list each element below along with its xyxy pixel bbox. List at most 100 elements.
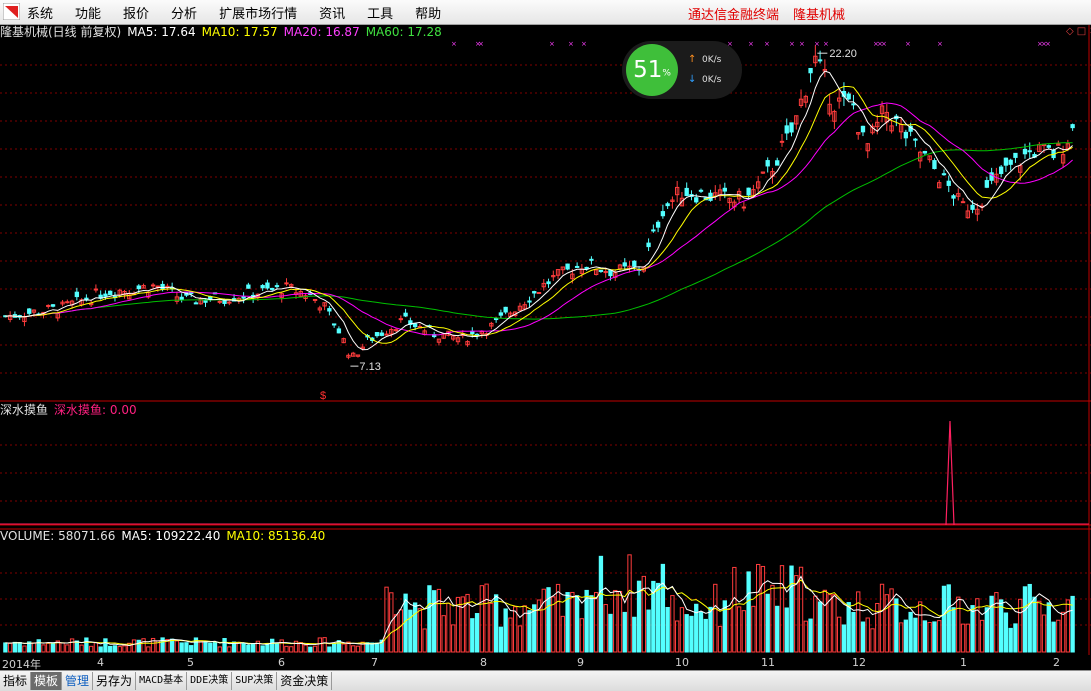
candle-body — [103, 293, 108, 297]
volume-bar — [1046, 602, 1051, 653]
volume-bar — [141, 638, 146, 653]
volume-bar — [98, 646, 103, 653]
volume-bar — [684, 614, 689, 653]
volume-bar — [679, 607, 685, 653]
square-icon[interactable]: □ — [1077, 26, 1086, 37]
candle-body — [136, 285, 141, 290]
candle-body — [660, 211, 666, 217]
candle-body — [565, 263, 570, 270]
tab-save-as[interactable]: 另存为 — [93, 672, 137, 690]
tab-templates[interactable]: 模板 — [31, 672, 63, 690]
candle-body — [984, 180, 990, 188]
volume-bar — [1051, 621, 1056, 653]
menu-news[interactable]: 资讯 — [319, 3, 345, 22]
volume-bar — [198, 640, 203, 653]
ma5-line — [5, 70, 1073, 351]
candle-body — [155, 285, 161, 288]
candle-body — [374, 332, 380, 337]
candle-body — [741, 206, 747, 209]
volume-bar — [146, 646, 151, 653]
menu-tools[interactable]: 工具 — [367, 3, 393, 22]
volume-bar — [741, 610, 747, 653]
menu-function[interactable]: 功能 — [75, 3, 101, 22]
tab-dde-decision[interactable]: DDE决策 — [187, 672, 233, 690]
candle-body — [1027, 150, 1032, 153]
ma5-value: MA5: 17.64 — [127, 25, 196, 39]
event-marker: × — [549, 40, 555, 48]
volume-bar — [813, 595, 818, 653]
volume-bar — [984, 607, 990, 653]
volume-bar — [832, 594, 837, 653]
volume-bar — [670, 595, 675, 653]
volume-bar — [898, 622, 904, 653]
candle-body — [384, 333, 389, 336]
volume-bar — [1027, 583, 1032, 653]
tab-fund-decision[interactable]: 资金决策 — [277, 672, 333, 690]
menu-help[interactable]: 帮助 — [415, 3, 441, 22]
volume-bar — [208, 642, 213, 653]
volume-bar — [527, 610, 532, 653]
indicator-pane-header: 深水摸鱼 深水摸鱼: 0.00 — [0, 403, 143, 418]
network-speed-widget[interactable]: 51% ↑ 0K/s ↓ 0K/s — [622, 41, 742, 99]
candle-body — [50, 304, 56, 307]
indicator-value: 深水摸鱼: 0.00 — [54, 403, 137, 417]
volume-bar — [698, 611, 704, 653]
volume-bar — [117, 646, 122, 653]
x-axis-label: 10 — [675, 656, 689, 669]
volume-bar — [789, 565, 794, 653]
candle-body — [598, 269, 604, 272]
price-pane-header: 隆基机械(日线 前复权) MA5: 17.64 MA10: 17.57 MA20: 1… — [0, 25, 448, 40]
candle-body — [655, 221, 661, 228]
volume-bar — [1008, 627, 1013, 653]
x-axis-label: 9 — [577, 656, 584, 669]
menu-quote[interactable]: 报价 — [123, 3, 149, 22]
menu-analysis[interactable]: 分析 — [171, 3, 197, 22]
candle-body — [622, 262, 627, 267]
stock-chart[interactable]: 22.207.13$×××××××××××××××××××××××× — [0, 25, 1091, 655]
candle-body — [1003, 157, 1009, 166]
volume-bar — [841, 624, 847, 653]
download-rate: 0K/s — [702, 75, 722, 85]
volume-bar — [956, 596, 961, 653]
candle-body — [589, 258, 594, 261]
volume-bar — [760, 565, 766, 653]
speed-percent-sign: % — [662, 68, 671, 79]
volume-bar — [1056, 619, 1061, 653]
volume-bar — [908, 611, 913, 653]
volume-bar — [732, 566, 737, 653]
indicator-name[interactable]: 深水摸鱼 — [0, 403, 48, 417]
tab-sup-decision[interactable]: SUP决策 — [232, 672, 278, 690]
volume-bar — [574, 595, 580, 653]
menu-system[interactable]: 系统 — [27, 3, 53, 22]
volume-bar — [274, 642, 280, 653]
candle-body — [775, 160, 780, 166]
volume-bar — [265, 643, 270, 653]
diamond-icon[interactable]: ◇ — [1066, 26, 1074, 37]
pane-controls: ◇□✕ — [1063, 26, 1091, 37]
volume-bar — [189, 645, 194, 653]
volume-bar — [941, 585, 947, 653]
candle-body — [922, 150, 928, 154]
volume-bar — [932, 621, 937, 653]
menu-extended-market[interactable]: 扩展市场行情 — [219, 3, 297, 22]
tab-macd-basic[interactable]: MACD基本 — [136, 672, 188, 690]
volume-bar — [131, 639, 137, 653]
candle-body — [493, 318, 499, 321]
tab-manage[interactable]: 管理 — [62, 672, 94, 690]
volume-bar — [1041, 614, 1047, 653]
speed-percent: 51 — [633, 57, 663, 83]
upload-rate-row: ↑ 0K/s — [688, 54, 721, 65]
candle-body — [260, 285, 265, 289]
volume-bar — [1032, 596, 1037, 653]
volume-bar — [632, 616, 637, 653]
candle-body — [150, 284, 156, 287]
volume-bar — [994, 592, 999, 653]
x-axis-label: 1 — [960, 656, 967, 669]
x-axis-label: 6 — [278, 656, 285, 669]
volume-bar — [660, 563, 666, 653]
volume-bar — [279, 639, 284, 653]
candle-body — [698, 189, 704, 192]
tab-indicators[interactable]: 指标 — [0, 672, 32, 690]
volume-bar — [427, 585, 432, 653]
event-marker: × — [823, 40, 829, 48]
